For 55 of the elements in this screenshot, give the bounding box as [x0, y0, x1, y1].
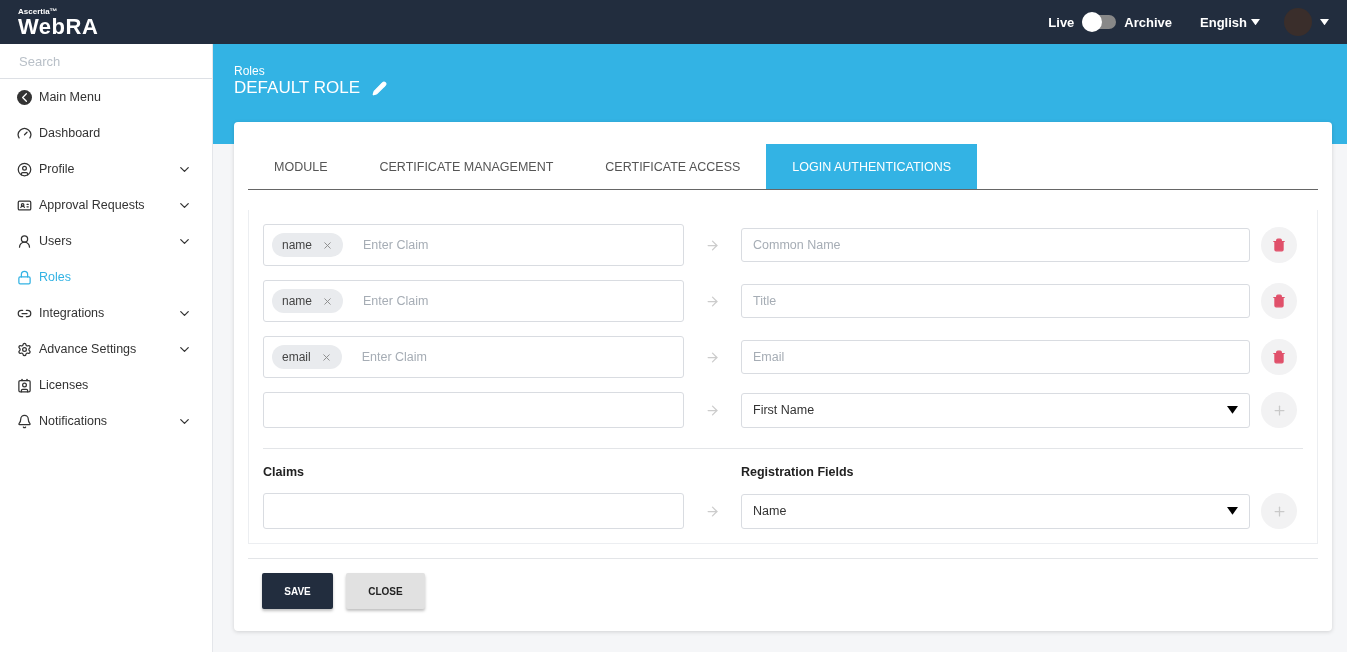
claim-field[interactable]	[263, 493, 684, 529]
archive-label: Archive	[1124, 14, 1173, 30]
sidebar-item[interactable]: Dashboard	[0, 115, 212, 151]
delete-button[interactable]	[1261, 283, 1297, 319]
plus-icon	[1271, 503, 1287, 519]
caret-icon[interactable]	[1251, 18, 1260, 26]
registration-select[interactable]: Name	[741, 493, 1250, 529]
brand-tagline: Ascertia™	[18, 6, 59, 16]
breadcrumb: Roles	[234, 64, 266, 78]
close-icon[interactable]	[320, 351, 332, 363]
sidebar-item[interactable]: Profile	[0, 151, 212, 187]
arrow-right-icon	[705, 237, 720, 253]
page-title: DEFAULT ROLE	[234, 78, 360, 98]
arrow-right-icon	[705, 349, 720, 365]
sidebar-item[interactable]: Notifications	[0, 403, 212, 439]
edit-icon[interactable]	[371, 80, 387, 96]
claim-field[interactable]: name Enter Claim	[263, 280, 684, 322]
sidebar-item[interactable]: Integrations	[0, 295, 212, 331]
claim-tag: email	[272, 345, 342, 369]
save-button[interactable]: SAVE	[262, 573, 333, 609]
fields-label: Registration Fields	[741, 465, 855, 479]
mode-switch[interactable]	[1082, 15, 1117, 29]
delete-button[interactable]	[1261, 339, 1297, 375]
claim-field[interactable]: name Enter Claim	[263, 224, 684, 266]
registration-field[interactable]: Email	[741, 340, 1250, 374]
arrow-right-icon	[705, 293, 720, 309]
registration-field[interactable]: Title	[741, 284, 1250, 318]
claim-field[interactable]: email Enter Claim	[263, 336, 684, 378]
arrow-right-icon	[705, 402, 720, 418]
trash-icon	[1272, 238, 1286, 252]
plus-icon	[1271, 402, 1287, 418]
claim-tag: name	[272, 233, 344, 257]
caret-icon[interactable]	[1227, 406, 1238, 414]
claim-field[interactable]	[263, 392, 684, 428]
brand-logo: WebRA	[18, 15, 99, 38]
registration-select[interactable]: First Name	[741, 392, 1250, 428]
delete-button[interactable]	[1261, 227, 1297, 263]
sidebar-item[interactable]: Users	[0, 223, 212, 259]
sidebar-item[interactable]: Main Menu	[0, 79, 212, 115]
trash-icon	[1272, 350, 1286, 364]
claim-tag: name	[272, 289, 344, 313]
registration-field[interactable]: Common Name	[741, 228, 1250, 262]
sidebar-item[interactable]: Approval Requests	[0, 187, 212, 223]
close-button[interactable]: CLOSE	[346, 573, 425, 609]
caret-icon[interactable]	[1227, 507, 1238, 515]
language-dropdown[interactable]: English	[1200, 14, 1260, 30]
sidebar-item[interactable]: Licenses	[0, 367, 212, 403]
arrow-right-icon	[705, 503, 720, 519]
live-label: Live	[1048, 14, 1075, 30]
close-icon[interactable]	[322, 239, 334, 251]
caret-icon[interactable]	[1320, 18, 1329, 26]
sidebar-item[interactable]: Advance Settings	[0, 331, 212, 367]
close-icon[interactable]	[322, 295, 334, 307]
claims-label: Claims	[263, 465, 305, 479]
trash-icon	[1272, 294, 1286, 308]
